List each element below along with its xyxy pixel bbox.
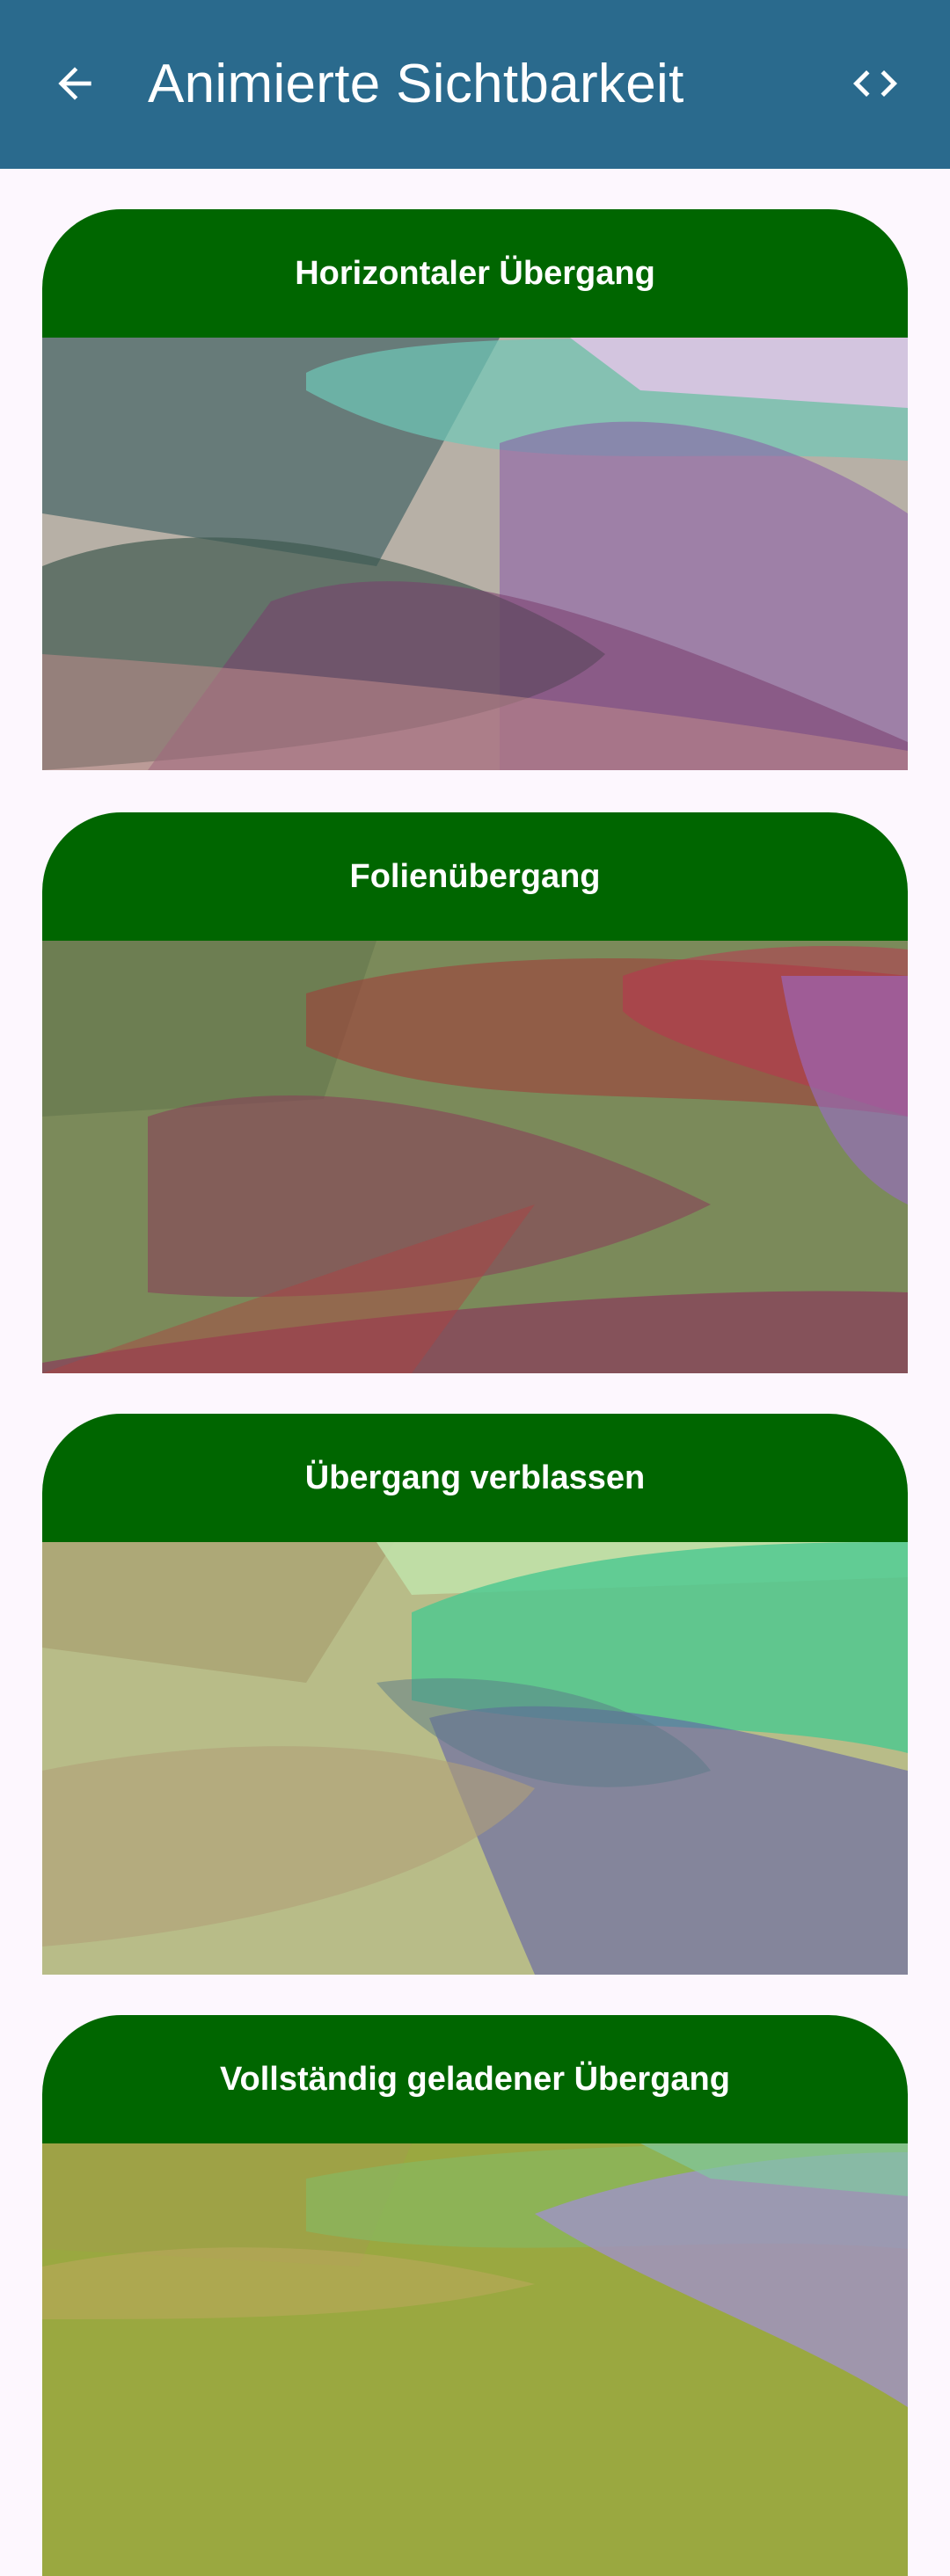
card-title: Vollständig geladener Übergang [220,2060,730,2098]
card-title: Übergang verblassen [304,1459,646,1496]
card-fade-transition[interactable]: Übergang verblassen [42,1414,908,1975]
card-header: Vollständig geladener Übergang [42,2015,908,2143]
card-slide-transition[interactable]: Folienübergang [42,812,908,1373]
card-fully-loaded-transition[interactable]: Vollständig geladener Übergang [42,2015,908,2576]
page-title: Animierte Sichtbarkeit [148,54,684,114]
card-header: Übergang verblassen [42,1414,908,1542]
arrow-back-icon [58,67,91,100]
card-title: Folienübergang [349,857,601,895]
card-horizontal-transition[interactable]: Horizontaler Übergang [42,209,908,770]
code-icon [853,70,897,97]
abstract-shapes-image [42,338,908,770]
abstract-shapes-image [42,1542,908,1975]
card-title: Horizontaler Übergang [295,254,655,292]
abstract-shapes-image [42,941,908,1373]
card-header: Horizontaler Übergang [42,209,908,338]
card-header: Folienübergang [42,812,908,941]
view-code-button[interactable] [836,44,915,123]
top-app-bar: Animierte Sichtbarkeit [0,0,950,169]
abstract-shapes-image [42,2143,908,2576]
back-button[interactable] [35,44,114,123]
